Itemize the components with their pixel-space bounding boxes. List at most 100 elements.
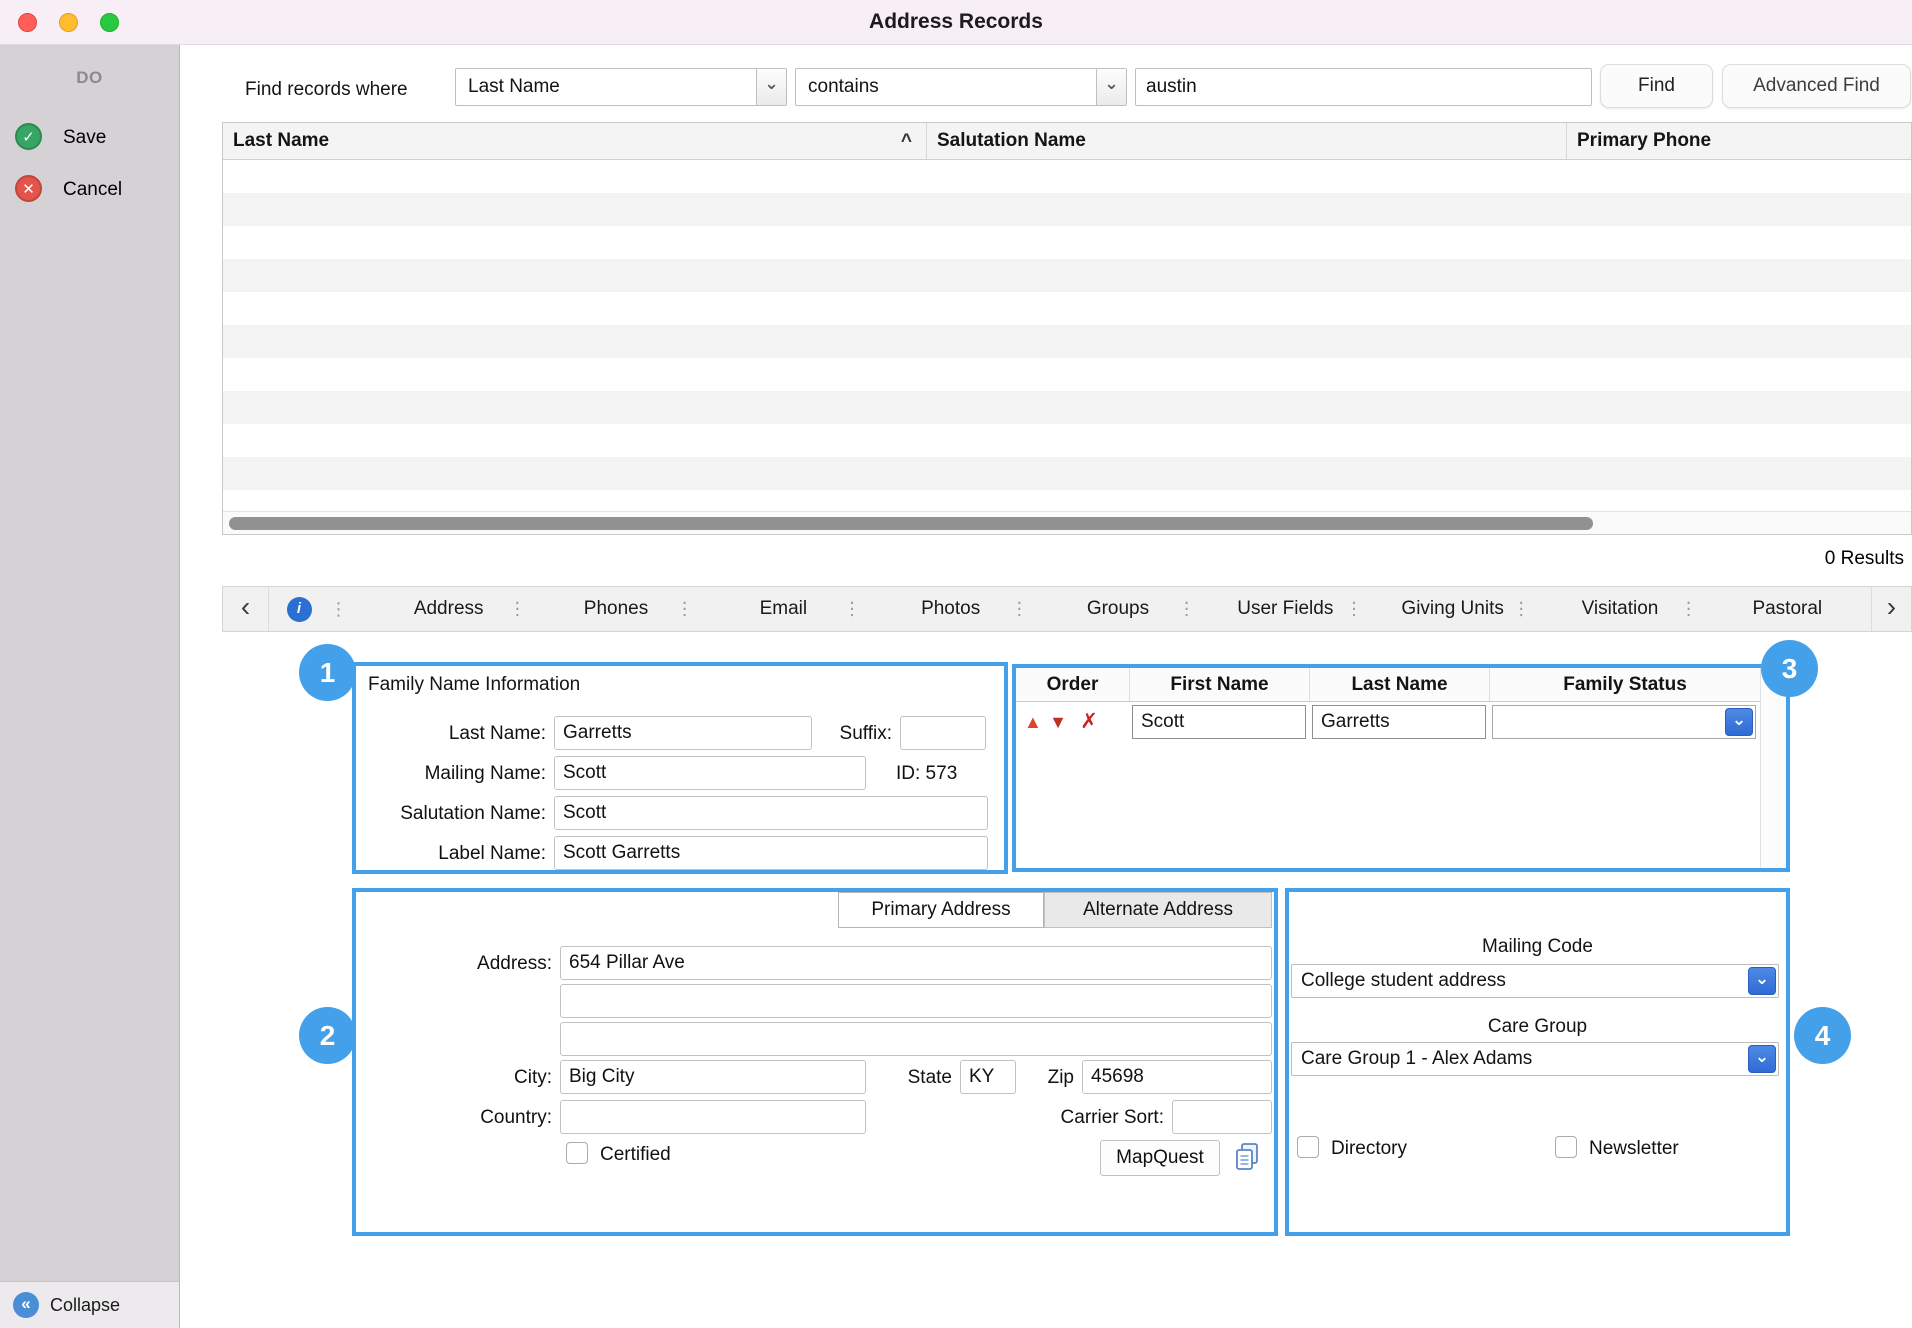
tab-address[interactable]: Address ⋮	[365, 587, 532, 631]
tab-photos[interactable]: Photos ⋮	[867, 587, 1034, 631]
directory-checkbox[interactable]	[1297, 1136, 1319, 1158]
label-name-input[interactable]	[554, 836, 988, 870]
advanced-find-button[interactable]: Advanced Find	[1722, 64, 1911, 108]
member-last-name-cell: Garretts	[1310, 702, 1490, 744]
column-header-primary-phone[interactable]: Primary Phone	[1566, 123, 1911, 159]
tab-label: Groups	[1086, 598, 1150, 619]
annotation-badge-3: 3	[1761, 640, 1818, 697]
chevron-down-icon[interactable]: ⌄	[1725, 708, 1753, 736]
cancel-button[interactable]: ✕ Cancel	[0, 170, 179, 210]
sidebar: DO ✓ Save ✕ Cancel « Collapse	[0, 45, 180, 1328]
certified-label: Certified	[600, 1144, 671, 1165]
column-label: Primary Phone	[1577, 130, 1712, 151]
tab-pastoral[interactable]: Pastoral	[1704, 587, 1871, 631]
state-input[interactable]	[960, 1060, 1016, 1094]
search-operator-dropdown[interactable]: contains ⌄	[795, 68, 1127, 106]
tab-label: Pastoral	[1752, 598, 1823, 619]
member-first-name-input[interactable]: Scott	[1132, 705, 1306, 739]
collapse-sidebar-button[interactable]: « Collapse	[0, 1281, 179, 1328]
chevron-down-icon[interactable]: ⌄	[1748, 1045, 1776, 1073]
members-column-last-name: Last Name	[1310, 668, 1490, 701]
drag-handle-icon: ⋮	[1177, 598, 1196, 619]
copy-icon-graphic	[1236, 1143, 1258, 1170]
members-column-first-name: First Name	[1130, 668, 1310, 701]
member-last-name-input[interactable]: Garretts	[1312, 705, 1486, 739]
tab-label: Address	[413, 598, 484, 619]
carrier-sort-input[interactable]	[1172, 1100, 1272, 1134]
chevron-down-icon: ⌄	[1096, 69, 1126, 105]
results-table: Last Name ^ Salutation Name Primary Phon…	[222, 122, 1912, 535]
mailing-name-input[interactable]	[554, 756, 866, 790]
suffix-label: Suffix:	[839, 723, 892, 744]
members-grid-header: Order First Name Last Name Family Status	[1016, 668, 1760, 702]
directory-label: Directory	[1331, 1138, 1408, 1159]
scrollbar-thumb[interactable]	[229, 517, 1593, 530]
search-query-input[interactable]	[1135, 68, 1592, 106]
save-check-icon: ✓	[15, 123, 42, 150]
chevron-down-icon[interactable]: ⌄	[1748, 967, 1776, 995]
tab-giving-units[interactable]: Giving Units ⋮	[1369, 587, 1536, 631]
member-row: ▲ ▼ ✗ Scott Garretts ⌄	[1016, 702, 1760, 744]
salutation-name-input[interactable]	[554, 796, 988, 830]
app-window: Address Records DO ✓ Save ✕ Cancel « Col…	[0, 0, 1912, 1328]
move-down-icon[interactable]: ▼	[1049, 712, 1067, 732]
tab-email[interactable]: Email ⋮	[700, 587, 867, 631]
find-button[interactable]: Find	[1600, 64, 1713, 108]
family-status-dropdown[interactable]: ⌄	[1492, 705, 1756, 739]
address-line2-input[interactable]	[560, 984, 1272, 1018]
record-tab-bar: ‹ i ⋮ Address ⋮ Phones ⋮ Email ⋮ Photos …	[222, 586, 1912, 632]
address-line3-input[interactable]	[560, 1022, 1272, 1056]
window-controls	[18, 13, 119, 32]
annotation-badge-1: 1	[299, 644, 356, 701]
move-up-icon[interactable]: ▲	[1024, 712, 1042, 732]
address-line1-input[interactable]	[560, 946, 1272, 980]
city-input[interactable]	[560, 1060, 866, 1094]
codes-panel: Mailing Code College student address ⌄ C…	[1285, 888, 1790, 1236]
suffix-input[interactable]	[900, 716, 986, 750]
tab-label: Phones	[583, 598, 649, 619]
care-group-dropdown[interactable]: Care Group 1 - Alex Adams ⌄	[1291, 1042, 1779, 1076]
certified-checkbox[interactable]	[566, 1142, 588, 1164]
newsletter-checkbox[interactable]	[1555, 1136, 1577, 1158]
search-field-dropdown[interactable]: Last Name ⌄	[455, 68, 787, 106]
delete-member-icon[interactable]: ✗	[1080, 710, 1098, 733]
tab-info[interactable]: i ⋮	[269, 587, 365, 631]
city-label: City:	[514, 1067, 552, 1088]
column-header-last-name[interactable]: Last Name ^	[223, 123, 926, 159]
copy-address-icon[interactable]	[1232, 1141, 1262, 1173]
newsletter-label: Newsletter	[1589, 1138, 1679, 1159]
drag-handle-icon: ⋮	[1010, 598, 1029, 619]
tabs-scroll-left-button[interactable]: ‹	[223, 587, 269, 631]
column-header-salutation-name[interactable]: Salutation Name	[926, 123, 1566, 159]
collapse-label: Collapse	[50, 1295, 121, 1315]
drag-handle-icon: ⋮	[842, 598, 861, 619]
zip-input[interactable]	[1082, 1060, 1272, 1094]
tab-groups[interactable]: Groups ⋮	[1034, 587, 1201, 631]
tab-primary-address[interactable]: Primary Address	[838, 892, 1044, 928]
tab-alternate-address[interactable]: Alternate Address	[1044, 892, 1272, 928]
carrier-sort-label: Carrier Sort:	[1060, 1107, 1164, 1128]
zoom-window-button[interactable]	[100, 13, 119, 32]
tab-user-fields[interactable]: User Fields ⋮	[1202, 587, 1369, 631]
close-window-button[interactable]	[18, 13, 37, 32]
address-panel: Primary Address Alternate Address Addres…	[352, 888, 1278, 1236]
mapquest-button[interactable]: MapQuest	[1100, 1140, 1220, 1176]
tab-phones[interactable]: Phones ⋮	[532, 587, 699, 631]
column-label: Salutation Name	[937, 130, 1086, 151]
cancel-x-icon: ✕	[15, 175, 42, 202]
cancel-label: Cancel	[63, 179, 123, 200]
sidebar-header: DO	[76, 68, 103, 87]
tab-visitation[interactable]: Visitation ⋮	[1536, 587, 1703, 631]
country-input[interactable]	[560, 1100, 866, 1134]
mailing-code-dropdown[interactable]: College student address ⌄	[1291, 964, 1779, 998]
mailing-code-value: College student address	[1301, 970, 1506, 991]
tabs-scroll-right-button[interactable]: ›	[1870, 587, 1911, 631]
drag-handle-icon: ⋮	[1679, 598, 1698, 619]
member-family-status-cell: ⌄	[1490, 702, 1760, 744]
minimize-window-button[interactable]	[59, 13, 78, 32]
tab-label: Giving Units	[1401, 598, 1504, 619]
last-name-input[interactable]	[554, 716, 812, 750]
search-operator-value: contains	[808, 76, 879, 97]
save-button[interactable]: ✓ Save	[0, 118, 179, 158]
horizontal-scrollbar[interactable]	[223, 511, 1911, 534]
